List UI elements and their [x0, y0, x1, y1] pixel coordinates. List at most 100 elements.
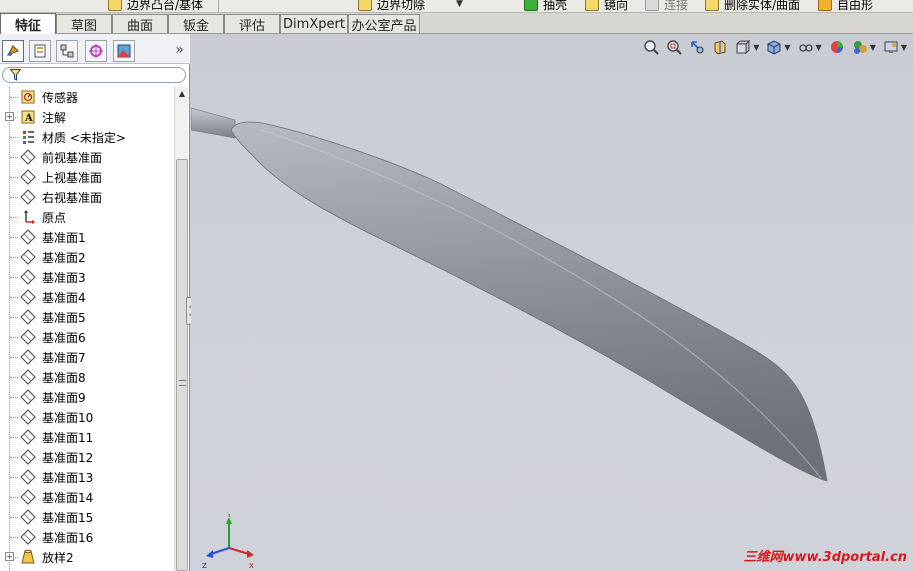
tree-item[interactable]: + A 注解 — [0, 107, 174, 127]
chevron-down-icon[interactable]: ▼ — [753, 43, 759, 52]
toolbar-dropdown[interactable]: ▼ — [456, 0, 463, 12]
tree-item[interactable]: 基准面12 — [0, 447, 174, 467]
feature-manager-tab[interactable] — [2, 40, 24, 62]
zoom-to-area-icon — [667, 40, 682, 55]
tab-sketch[interactable]: 草图 — [56, 14, 112, 34]
plane-icon — [19, 188, 37, 206]
tree-item[interactable]: 基准面6 — [0, 327, 174, 347]
sensor-icon — [19, 88, 37, 106]
tree-item[interactable]: 前视基准面 — [0, 147, 174, 167]
tree-item[interactable]: 基准面13 — [0, 467, 174, 487]
tree-item-label: 基准面11 — [42, 430, 94, 445]
tree-item[interactable]: 基准面11 — [0, 427, 174, 447]
tree-item-label: 传感器 — [42, 90, 79, 105]
chevron-down-icon[interactable]: ▼ — [816, 43, 822, 52]
loft-icon — [19, 548, 37, 566]
tree-connector — [10, 497, 18, 498]
tree-item-label: 注解 — [42, 110, 67, 125]
blade-model[interactable] — [191, 34, 913, 571]
tree-item[interactable]: 基准面5 — [0, 307, 174, 327]
tree-item[interactable]: 基准面2 — [0, 247, 174, 267]
dimxpert-manager-tab[interactable] — [85, 40, 107, 62]
tree-item-label: 放样2 — [42, 550, 74, 565]
tree-item-label: 基准面12 — [42, 450, 94, 465]
shell-button[interactable]: 抽壳 — [524, 0, 567, 12]
tree-connector — [10, 397, 18, 398]
wind-turbine-blade — [230, 121, 828, 482]
hide-show-items-button[interactable] — [796, 37, 816, 57]
triad-y-label: Y — [226, 514, 232, 519]
chevron-down-icon[interactable]: ▼ — [784, 43, 790, 52]
tab-surfaces[interactable]: 曲面 — [112, 14, 168, 34]
scroll-up-arrow-icon[interactable]: ▲ — [176, 87, 188, 101]
boundary-cut-icon — [358, 0, 372, 11]
tree-item[interactable]: 基准面9 — [0, 387, 174, 407]
tree-item[interactable]: 基准面10 — [0, 407, 174, 427]
tree-item[interactable]: 基准面7 — [0, 347, 174, 367]
tree-item[interactable]: 基准面8 — [0, 367, 174, 387]
tab-evaluate[interactable]: 评估 — [224, 14, 280, 34]
scrollbar-thumb[interactable] — [176, 159, 188, 571]
appearance-sphere-icon — [830, 41, 843, 53]
monitor-icon — [884, 41, 898, 53]
freeform-button[interactable]: 自由形 — [818, 0, 873, 12]
tree-item-label: 基准面3 — [42, 270, 86, 285]
property-manager-tab[interactable] — [29, 40, 51, 62]
expand-toggle-icon[interactable]: + — [5, 552, 14, 561]
tree-item-label: 基准面15 — [42, 510, 94, 525]
boundary-boss-button[interactable]: 边界凸台/基体 — [108, 0, 203, 12]
view-settings-button[interactable] — [881, 37, 901, 57]
configuration-manager-tab[interactable] — [56, 40, 78, 62]
tree-item-label: 基准面7 — [42, 350, 86, 365]
plane-icon — [19, 168, 37, 186]
filter-icon — [10, 69, 21, 81]
join-icon — [645, 0, 659, 11]
tree-item-label: 右视基准面 — [42, 190, 103, 205]
tree-item[interactable]: 基准面1 — [0, 227, 174, 247]
tree-item[interactable]: 基准面3 — [0, 267, 174, 287]
tree-item[interactable]: 材质 <未指定> — [0, 127, 174, 147]
edit-appearance-button[interactable] — [827, 37, 847, 57]
tree-item[interactable]: 基准面14 — [0, 487, 174, 507]
chevron-down-icon[interactable]: ▼ — [870, 43, 876, 52]
boundary-cut-button[interactable]: 边界切除 — [358, 0, 425, 12]
tab-dimxpert[interactable]: DimXpert — [280, 14, 348, 33]
zoom-to-fit-button[interactable] — [641, 37, 661, 57]
tab-features[interactable]: 特征 — [0, 13, 56, 34]
tree-scrollbar[interactable]: ▲ — [174, 87, 188, 571]
tree-item[interactable]: 上视基准面 — [0, 167, 174, 187]
tree-connector — [10, 97, 18, 98]
graphics-viewport[interactable]: ▼ ▼ ▼ ▼ ▼ Y X Z 三维网www.3dportal.cn — [191, 34, 913, 571]
expand-toggle-icon[interactable]: + — [5, 112, 14, 121]
triad-x-label: X — [249, 562, 254, 570]
tab-sheet-metal[interactable]: 钣金 — [168, 14, 224, 34]
command-manager-tabs: 特征 草图 曲面 钣金 评估 DimXpert 办公室产品 — [0, 13, 913, 34]
display-manager-tab[interactable] — [113, 40, 135, 62]
tree-item[interactable]: 基准面4 — [0, 287, 174, 307]
join-button[interactable]: 连接 — [645, 0, 688, 12]
delete-body-button[interactable]: 删除实体/曲面 — [705, 0, 800, 12]
display-style-button[interactable] — [764, 37, 784, 57]
tree-item[interactable]: 右视基准面 — [0, 187, 174, 207]
tree-item[interactable]: 传感器 — [0, 87, 174, 107]
expand-panel-button[interactable]: » — [175, 42, 184, 58]
plane-icon — [19, 428, 37, 446]
chevron-down-icon[interactable]: ▼ — [901, 43, 907, 52]
svg-text:A: A — [24, 113, 33, 124]
zoom-to-area-button[interactable] — [664, 37, 684, 57]
tab-office-products[interactable]: 办公室产品 — [348, 14, 420, 34]
tree-connector — [10, 137, 18, 138]
apply-scene-button[interactable] — [850, 37, 870, 57]
previous-view-button[interactable] — [687, 37, 707, 57]
mirror-button[interactable]: 镜向 — [585, 0, 628, 12]
tree-item[interactable]: 原点 — [0, 207, 174, 227]
blade-root-shaft — [191, 107, 236, 139]
tree-item[interactable]: 基准面15 — [0, 507, 174, 527]
tree-item[interactable]: 基准面16 — [0, 527, 174, 547]
feature-toolbar: 边界凸台/基体 边界切除 ▼ 抽壳 镜向 连接 删除实体/曲面 自由形 — [0, 0, 913, 13]
section-view-button[interactable] — [710, 37, 730, 57]
tree-item[interactable]: + 放样2 — [0, 547, 174, 567]
view-orientation-button[interactable] — [733, 37, 753, 57]
plane-icon — [19, 448, 37, 466]
tree-filter-input[interactable] — [2, 67, 186, 83]
